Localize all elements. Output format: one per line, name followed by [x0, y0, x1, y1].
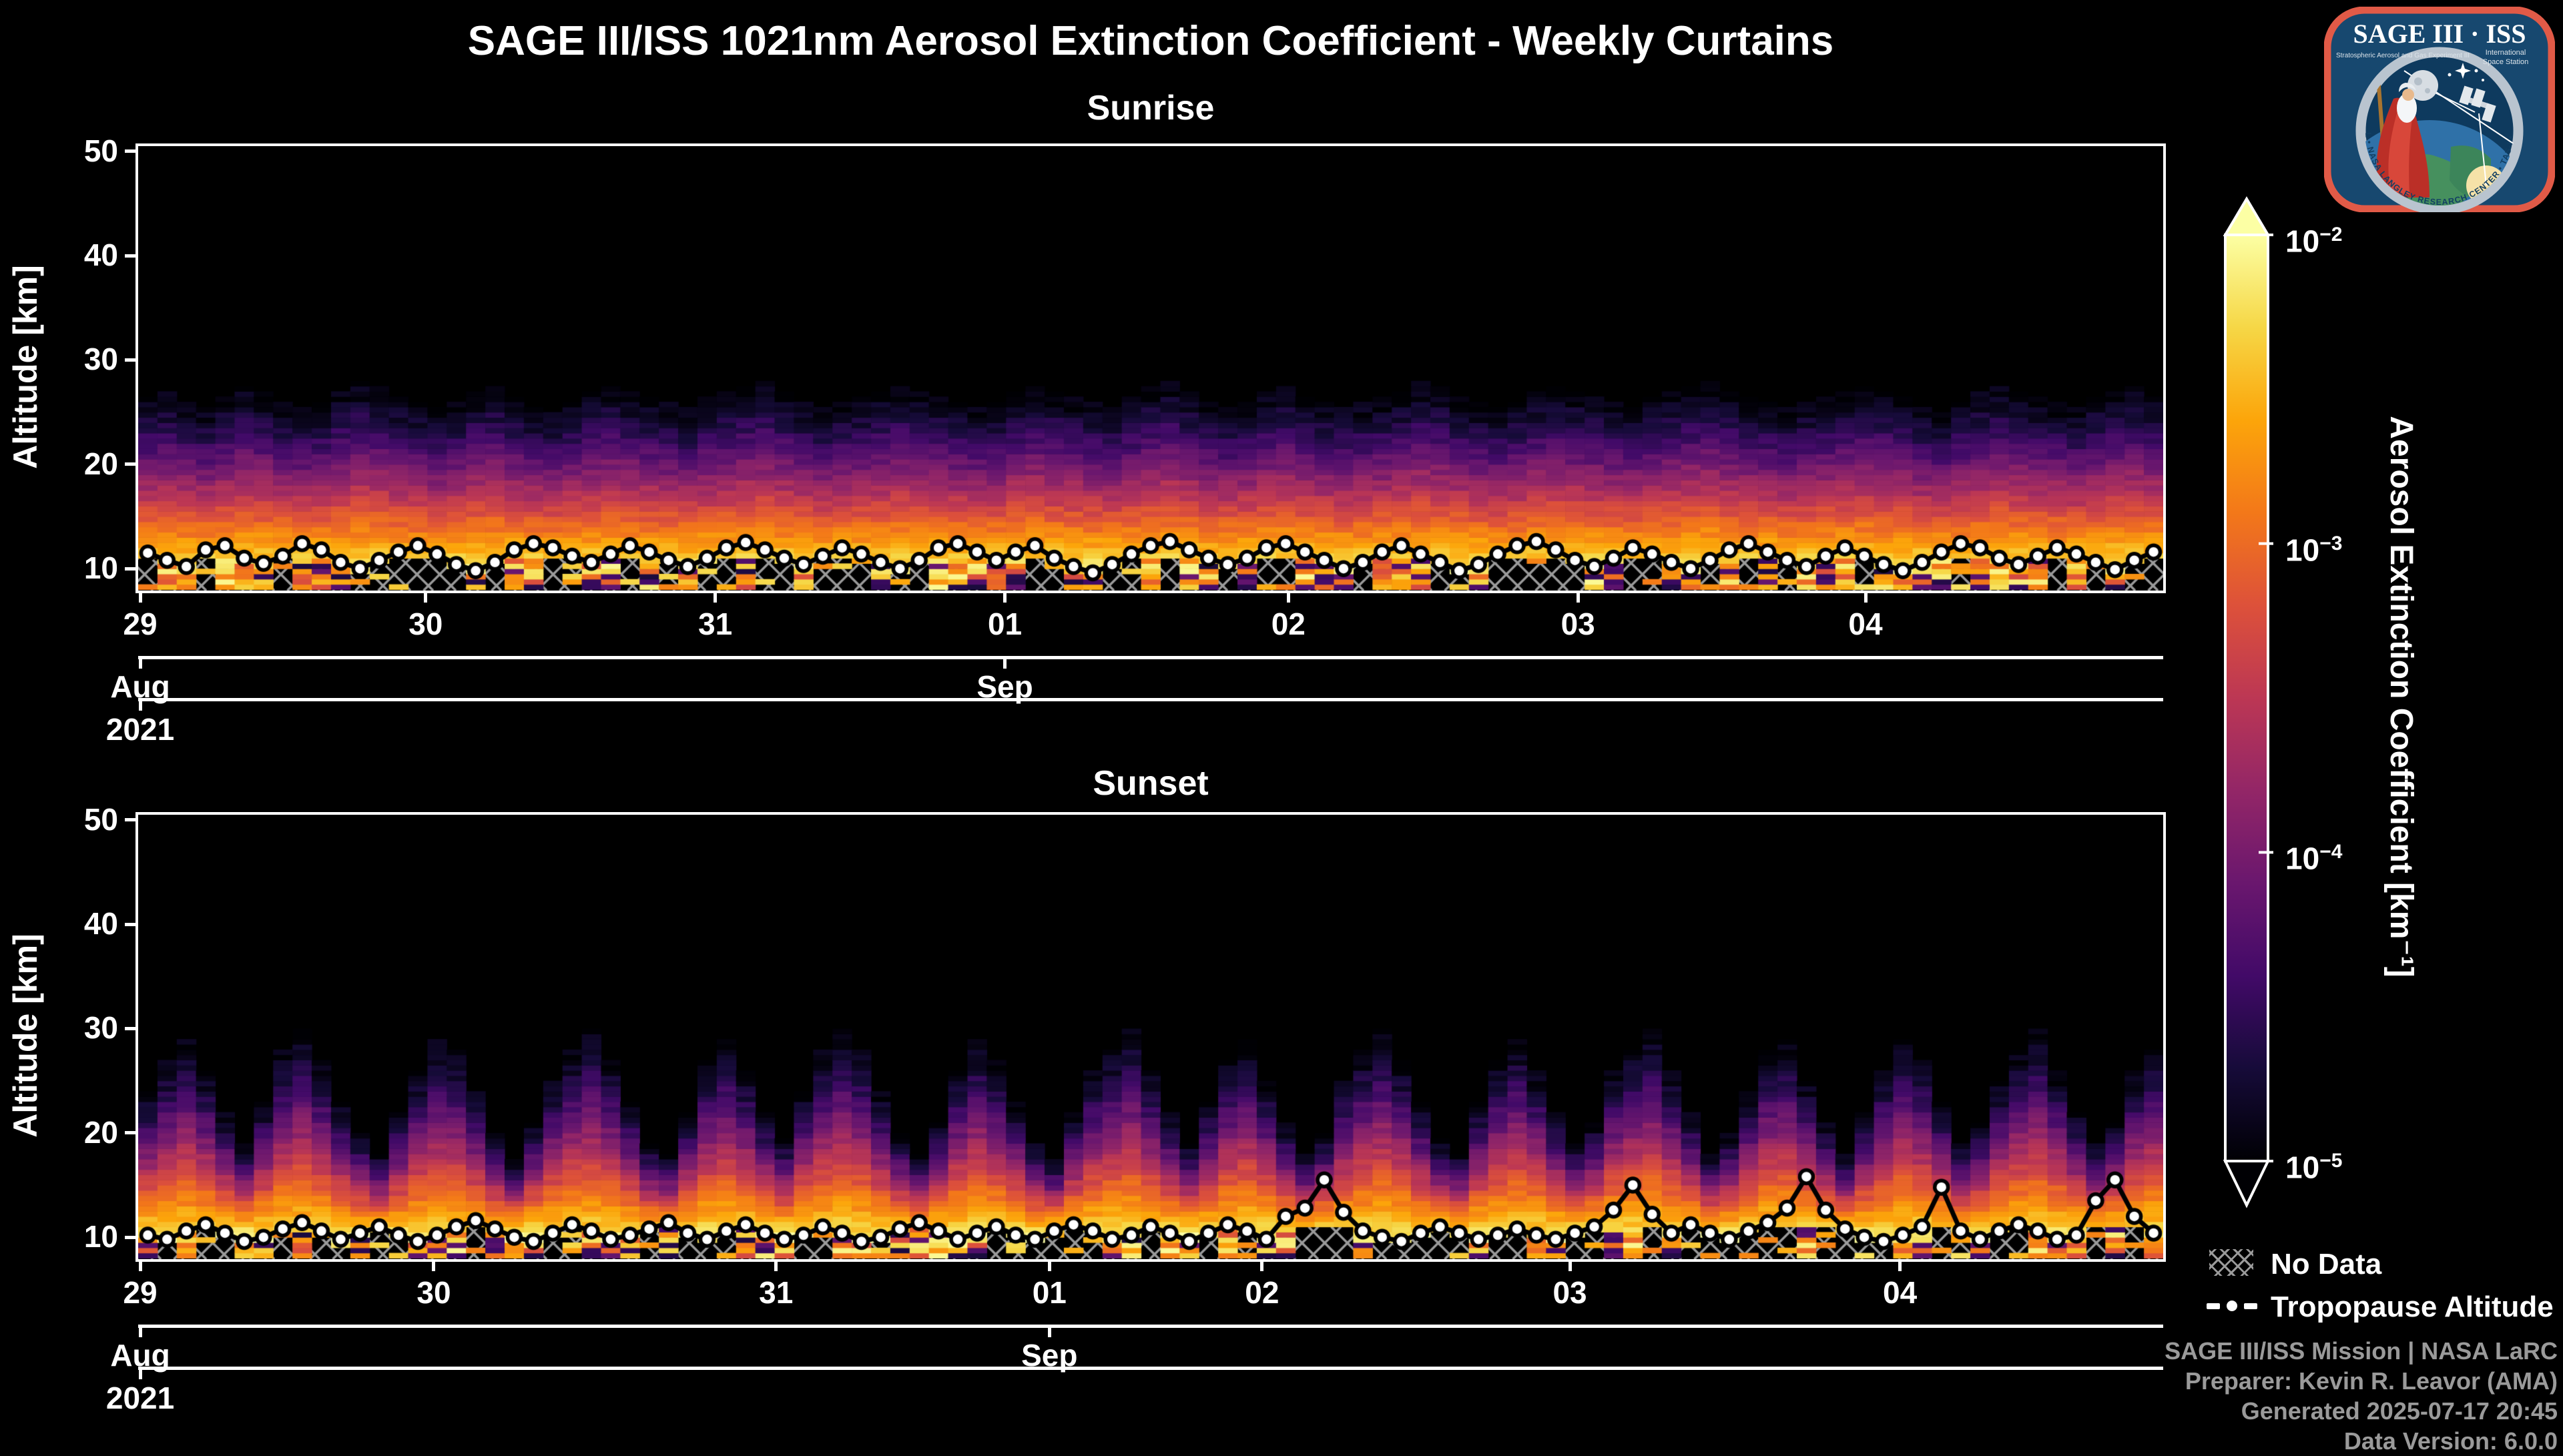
logo-title: SAGE III · ISS — [2353, 19, 2526, 49]
attribution-block: SAGE III/ISS Mission | NASA LaRC Prepare… — [2165, 1336, 2558, 1456]
legend-dash-icon — [2207, 1303, 2220, 1309]
x-tick-mark — [138, 1259, 142, 1271]
y-tick-mark — [125, 149, 135, 153]
sunset-heatmap — [138, 815, 2163, 1259]
x-tick-mark — [1286, 591, 1290, 603]
y-tick-mark — [125, 1235, 135, 1239]
x-tick-label: 30 — [416, 1275, 451, 1310]
x-tick-mark — [432, 1259, 436, 1271]
colorbar-axis-label: Aerosol Extinction Coefficient [km⁻¹] — [2383, 416, 2419, 978]
x-tick-mark — [774, 1259, 778, 1271]
month-tick-mark — [138, 1327, 142, 1337]
colorbar-bar — [2224, 234, 2269, 1162]
x-tick-label: 02 — [1271, 607, 1306, 641]
figure-canvas: SAGE III/ISS 1021nm Aerosol Extinction C… — [0, 0, 2563, 1455]
no-data-hatch-icon — [2209, 1249, 2253, 1276]
colorbar-bottom-arrow — [2223, 1160, 2271, 1208]
sunset-subtitle: Sunset — [1093, 764, 1209, 803]
x-tick-label: 04 — [1882, 1275, 1918, 1310]
x-tick-mark — [424, 591, 428, 603]
y-tick-label: 20 — [83, 1114, 118, 1150]
legend-dash-icon — [2244, 1303, 2257, 1309]
y-tick-label: 40 — [83, 238, 118, 273]
month-axis-line — [138, 656, 2163, 659]
tropopause-legend-label: Tropopause Altitude — [2271, 1291, 2554, 1323]
x-tick-mark — [1568, 1259, 1572, 1271]
x-tick-mark — [714, 591, 718, 603]
x-tick-label: 03 — [1552, 1275, 1587, 1310]
colorbar-top-arrow — [2223, 196, 2271, 236]
year-tick-mark — [138, 1369, 142, 1379]
month-tick-mark — [1003, 659, 1007, 669]
no-data-legend-label: No Data — [2271, 1248, 2382, 1281]
y-tick-mark — [125, 1131, 135, 1135]
x-tick-label: 02 — [1245, 1275, 1279, 1310]
sunrise-subtitle: Sunrise — [1087, 89, 1215, 127]
y-tick-label: 10 — [83, 551, 118, 586]
y-tick-mark — [125, 462, 135, 466]
y-tick-mark — [125, 1026, 135, 1030]
x-tick-label: 29 — [123, 1275, 158, 1310]
year-axis-line — [138, 698, 2163, 701]
year-tick-mark — [138, 701, 142, 711]
x-tick-mark — [1260, 1259, 1264, 1271]
x-tick-mark — [1003, 591, 1007, 603]
y-tick-mark — [125, 254, 135, 258]
x-tick-mark — [1047, 1259, 1051, 1271]
x-tick-mark — [1576, 591, 1580, 603]
x-tick-label: 31 — [698, 607, 733, 641]
month-tick-mark — [1047, 1327, 1051, 1337]
year-tick-label: 2021 — [105, 1381, 175, 1415]
x-tick-label: 31 — [759, 1275, 794, 1310]
sunset-curtain-plot: 29 30 31 01 02 03 04 10 20 30 40 50 Aug Sep 2021 — [84, 802, 2166, 1415]
month-axis-line — [138, 1325, 2163, 1328]
y-tick-mark — [125, 567, 135, 571]
y-tick-label: 50 — [83, 133, 118, 168]
y-tick-mark — [125, 818, 135, 822]
year-axis-line — [138, 1367, 2163, 1370]
x-tick-mark — [1898, 1259, 1902, 1271]
tropopause-line-icon — [2207, 1299, 2257, 1313]
logo-subtitle-right1: International — [2486, 49, 2526, 57]
logo-moon-crater — [2414, 77, 2422, 85]
y-tick-label: 10 — [83, 1219, 118, 1254]
logo-moon-crater — [2425, 88, 2430, 93]
attribution-line: Preparer: Kevin R. Leavor (AMA) — [2185, 1367, 2558, 1395]
x-tick-label: 30 — [408, 607, 443, 641]
month-tick-mark — [138, 659, 142, 669]
figure-title: SAGE III/ISS 1021nm Aerosol Extinction C… — [467, 18, 1834, 64]
y-tick-label: 40 — [83, 906, 118, 942]
x-tick-mark — [1864, 591, 1868, 603]
sage-iii-iss-mission-logo: SAGE III · ISS Stratospheric Aerosol and… — [2324, 7, 2555, 212]
y-tick-label: 50 — [83, 801, 118, 837]
logo-subtitle-right2: Space Station — [2483, 58, 2529, 66]
y-tick-label: 30 — [83, 1010, 118, 1046]
x-tick-label: 01 — [1032, 1275, 1067, 1310]
sunset-y-axis-label: Altitude [km] — [7, 934, 44, 1138]
colorbar — [2223, 196, 2273, 1208]
y-tick-mark — [125, 922, 135, 926]
x-tick-label: 03 — [1560, 607, 1595, 641]
y-tick-label: 30 — [83, 342, 118, 377]
attribution-line: SAGE III/ISS Mission | NASA LaRC — [2165, 1337, 2558, 1365]
x-tick-label: 04 — [1848, 607, 1883, 641]
attribution-line: Generated 2025-07-17 20:45 — [2241, 1397, 2558, 1425]
x-tick-label: 01 — [987, 607, 1023, 641]
sunrise-y-axis-label: Altitude [km] — [7, 265, 44, 469]
sunrise-heatmap — [138, 146, 2163, 591]
y-tick-label: 20 — [83, 446, 118, 481]
logo-subtitle-left: Stratospheric Aerosol and Gas Experiment… — [2336, 52, 2470, 59]
sunrise-curtain-plot: 29 30 31 01 02 03 04 10 20 30 40 50 Aug Sep 2021 — [84, 133, 2166, 747]
year-tick-label: 2021 — [105, 712, 175, 747]
x-tick-label: 29 — [123, 607, 158, 641]
legend-dot-icon — [2225, 1299, 2239, 1313]
y-tick-mark — [125, 358, 135, 362]
x-tick-mark — [138, 591, 142, 603]
